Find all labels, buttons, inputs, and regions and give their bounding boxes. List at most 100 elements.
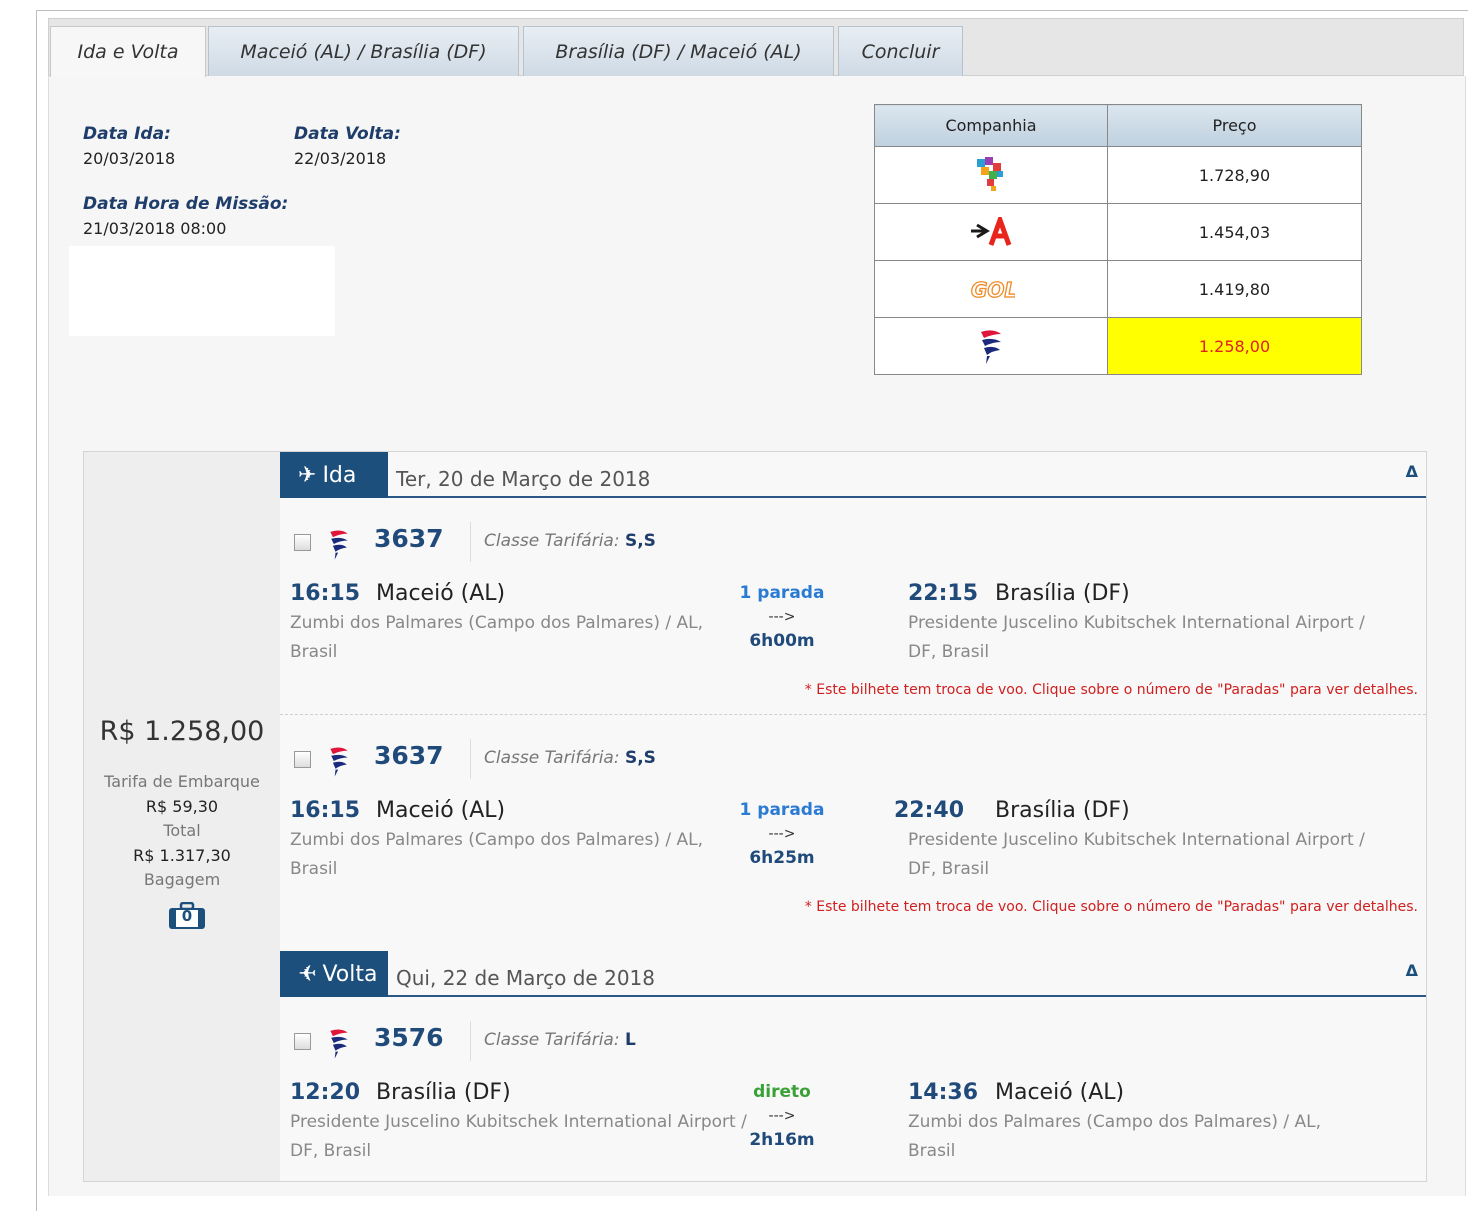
table-row[interactable]: 1.258,00 xyxy=(874,317,1362,375)
divider xyxy=(470,1021,471,1061)
best-price-cell: 1.258,00 xyxy=(1107,317,1362,375)
airplane-departure-icon: ✈ xyxy=(298,462,317,488)
connection-note: * Este bilhete tem troca de voo. Clique … xyxy=(804,899,1418,915)
svg-text:GOL: GOL xyxy=(971,278,1015,302)
tab-ida-e-volta[interactable]: Ida e Volta xyxy=(50,26,206,77)
arrival-city: Maceió (AL) xyxy=(995,1080,1125,1105)
departure-airport: Presidente Juscelino Kubitschek Internat… xyxy=(290,1112,747,1161)
arrival-airport: Zumbi dos Palmares (Campo dos Palmares) … xyxy=(908,1112,1322,1161)
tab-maceio-brasilia[interactable]: Maceió (AL) / Brasília (DF) xyxy=(208,26,519,76)
departure-time: 16:15 xyxy=(290,798,361,823)
data-ida-value: 20/03/2018 xyxy=(83,149,176,168)
data-volta-value: 22/03/2018 xyxy=(294,149,387,168)
flight-option-ida-1: 3637 Classe Tarifária: S,S 16:15 Maceió … xyxy=(280,512,1426,712)
tab-label: Maceió (AL) / Brasília (DF) xyxy=(240,40,487,63)
route-arrow-icon: ---> xyxy=(768,1108,796,1124)
latam-logo-icon xyxy=(981,330,1001,364)
col-header-companhia: Companhia xyxy=(874,104,1108,147)
fare-class: Classe Tarifária: S,S xyxy=(484,531,656,551)
ida-section-header: ✈ Ida Ter, 20 de Março de 2018 Δ xyxy=(280,452,1426,498)
latam-logo-icon xyxy=(330,747,348,777)
departure-city: Maceió (AL) xyxy=(376,581,506,606)
flight-select-checkbox[interactable] xyxy=(294,1033,311,1050)
flight-option-volta-1: 3576 Classe Tarifária: L 12:20 Brasília … xyxy=(280,1011,1426,1181)
gol-logo-icon: GOL xyxy=(970,277,1015,302)
divider xyxy=(470,522,471,562)
stops-link[interactable]: 1 parada xyxy=(722,800,842,820)
departure-city: Maceió (AL) xyxy=(376,798,506,823)
price-summary-column: R$ 1.258,00 Tarifa de Embarque R$ 59,30 … xyxy=(84,452,280,1181)
stops-link[interactable]: direto xyxy=(722,1082,842,1102)
departure-time: 16:15 xyxy=(290,581,361,606)
tab-label: Brasília (DF) / Maceió (AL) xyxy=(555,40,802,63)
flight-number: 3637 xyxy=(374,741,444,770)
total-label: Total xyxy=(163,821,201,840)
airline-cell: GOL xyxy=(874,260,1108,318)
departure-city: Brasília (DF) xyxy=(376,1080,511,1105)
summary-price: R$ 1.258,00 xyxy=(99,716,265,747)
price-cell: 1.419,80 xyxy=(1107,260,1362,318)
flight-option-ida-2: 3637 Classe Tarifária: S,S 16:15 Maceió … xyxy=(280,729,1426,929)
airplane-return-icon: ✈ xyxy=(298,961,317,987)
arrival-airport: Presidente Juscelino Kubitschek Internat… xyxy=(908,830,1365,879)
blank-panel xyxy=(69,246,335,336)
flight-results-panel: R$ 1.258,00 Tarifa de Embarque R$ 59,30 … xyxy=(83,451,1427,1182)
flight-select-checkbox[interactable] xyxy=(294,534,311,551)
arrival-city: Brasília (DF) xyxy=(995,798,1130,823)
departure-airport: Zumbi dos Palmares (Campo dos Palmares) … xyxy=(290,830,704,879)
baggage-icon[interactable]: 0 xyxy=(168,902,206,930)
collapse-ida-toggle[interactable]: Δ xyxy=(1406,462,1418,481)
tarifa-embarque-value: R$ 59,30 xyxy=(145,797,219,816)
route-arrow-icon: ---> xyxy=(768,609,796,625)
arrival-time: 14:36 xyxy=(908,1080,979,1105)
fare-class: Classe Tarifária: S,S xyxy=(484,748,656,768)
collapse-volta-toggle[interactable]: Δ xyxy=(1406,961,1418,980)
baggage-count: 0 xyxy=(181,907,193,925)
table-row[interactable]: GOL 1.419,80 xyxy=(874,260,1362,318)
flight-divider xyxy=(280,714,1426,715)
volta-section-header: ✈ Volta Qui, 22 de Março de 2018 Δ xyxy=(280,951,1426,997)
flight-duration: 6h00m xyxy=(749,631,815,651)
volta-badge-label: Volta xyxy=(322,961,378,987)
fare-class-label: Classe Tarifária: xyxy=(484,531,620,551)
ida-badge: ✈ Ida xyxy=(280,452,388,498)
flight-select-checkbox[interactable] xyxy=(294,751,311,768)
flight-number: 3637 xyxy=(374,524,444,553)
tab-label: Ida e Volta xyxy=(77,41,179,63)
route-arrow-icon: ---> xyxy=(768,826,796,842)
data-ida-label: Data Ida: xyxy=(83,124,171,144)
arrival-time: 22:15 xyxy=(908,581,979,606)
flight-number: 3576 xyxy=(374,1023,444,1052)
fare-class-value: S,S xyxy=(624,531,656,551)
latam-logo-icon xyxy=(330,530,348,560)
col-header-preco: Preço xyxy=(1107,104,1362,147)
azul-logo-icon xyxy=(971,217,1012,246)
arrival-city: Brasília (DF) xyxy=(995,581,1130,606)
flight-duration: 2h16m xyxy=(749,1130,815,1150)
data-volta-label: Data Volta: xyxy=(294,124,401,144)
table-row[interactable]: 1.454,03 xyxy=(874,203,1362,261)
bagagem-label: Bagagem xyxy=(143,870,221,889)
volta-date: Qui, 22 de Março de 2018 xyxy=(396,966,655,990)
airline-cell xyxy=(874,203,1108,261)
table-row[interactable]: 1.728,90 xyxy=(874,146,1362,204)
ida-badge-label: Ida xyxy=(322,462,357,488)
tab-concluir[interactable]: Concluir xyxy=(838,26,963,76)
fare-class-value: L xyxy=(624,1030,636,1050)
ida-date: Ter, 20 de Março de 2018 xyxy=(396,467,651,491)
volta-badge: ✈ Volta xyxy=(280,951,388,997)
fare-class-label: Classe Tarifária: xyxy=(484,748,620,768)
fare-class-label: Classe Tarifária: xyxy=(484,1030,620,1050)
tarifa-embarque-label: Tarifa de Embarque xyxy=(104,772,260,791)
departure-airport: Zumbi dos Palmares (Campo dos Palmares) … xyxy=(290,613,704,662)
price-cell: 1.454,03 xyxy=(1107,203,1362,261)
data-missao-value: 21/03/2018 08:00 xyxy=(83,219,227,238)
stops-link[interactable]: 1 parada xyxy=(722,583,842,603)
price-cell: 1.728,90 xyxy=(1107,146,1362,204)
divider xyxy=(470,739,471,779)
fare-class-value: S,S xyxy=(624,748,656,768)
airline-cell xyxy=(874,146,1108,204)
tab-brasilia-maceio[interactable]: Brasília (DF) / Maceió (AL) xyxy=(523,26,834,76)
fare-class: Classe Tarifária: L xyxy=(484,1030,636,1050)
tab-label: Concluir xyxy=(861,40,940,63)
